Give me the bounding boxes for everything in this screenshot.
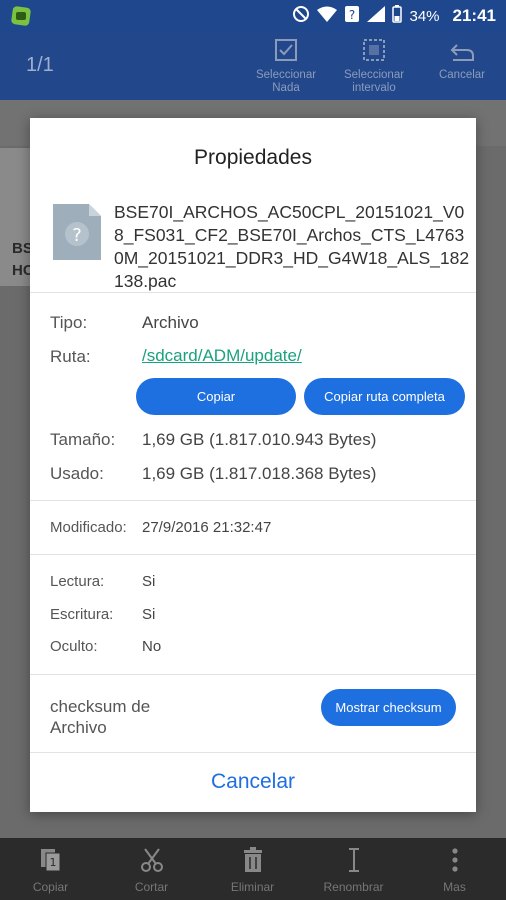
cell-signal-icon [367,5,386,27]
divider [30,292,476,293]
copy-full-path-button[interactable]: Copiar ruta completa [304,378,465,415]
battery-icon [392,4,403,28]
rename-toolbar-label: Renombrar [323,880,384,894]
do-not-disturb-icon [292,5,310,28]
divider [30,500,476,501]
more-vert-icon [451,847,459,876]
range-select-icon [362,38,386,66]
cancel-button[interactable]: Cancelar [30,752,476,812]
copy-toolbar-label: Copiar [32,880,69,894]
cancel-button-label: Cancelar [210,770,296,793]
cancel-selection-button[interactable]: Cancelar [428,32,496,100]
modified-label: Modificado: [50,519,127,536]
select-none-button[interactable]: Seleccionar Nada [248,32,324,100]
type-label: Tipo: [50,313,88,332]
copy-toolbar-button[interactable]: 1 Copiar [0,838,101,900]
size-value: 1,69 GB (1.817.010.943 Bytes) [142,430,377,449]
clock: 21:41 [452,6,496,25]
select-range-button[interactable]: Seleccionar intervalo [334,32,414,100]
checksum-label: checksum de Archivo [50,697,151,737]
type-value: Archivo [142,313,199,332]
show-checksum-label: Mostrar checksum [335,700,442,715]
delete-toolbar-button[interactable]: Eliminar [202,838,303,900]
select-range-label: Seleccionar intervalo [343,69,405,94]
undo-icon [449,42,475,66]
status-bar: ? 34% 21:41 [0,0,506,32]
used-value: 1,69 GB (1.817.018.368 Bytes) [142,464,377,483]
scissors-icon [139,847,165,876]
read-label: Lectura: [50,573,105,590]
unknown-file-icon: ? [51,202,103,262]
size-label: Tamaño: [50,430,116,449]
svg-text:1: 1 [49,856,56,869]
cut-toolbar-label: Cortar [134,880,169,894]
properties-dialog: Propiedades ? BSE70I_ARCHOS_AC50CPL_2015… [30,118,476,812]
used-label: Usado: [50,464,104,483]
copy-path-button[interactable]: Copiar [136,378,296,415]
action-bar: 1/1 Seleccionar Nada Seleccionar interva… [0,32,506,100]
cut-toolbar-button[interactable]: Cortar [101,838,202,900]
file-name: BSE70I_ARCHOS_AC50CPL_20151021_V08_FS031… [114,202,470,291]
divider [30,554,476,555]
write-label: Escritura: [50,606,114,623]
wifi-icon [317,6,338,27]
more-toolbar-button[interactable]: Mas [404,838,505,900]
signal-unknown-icon: ? [344,5,360,28]
copy-path-label: Copiar [196,389,236,404]
selection-count: 1/1 [26,54,54,76]
bottom-toolbar: 1 Copiar Cortar Eliminar Renombrar Mas [0,838,506,900]
cancel-selection-label: Cancelar [438,69,486,81]
write-value: Si [142,606,156,623]
modified-value: 27/9/2016 21:32:47 [142,519,272,536]
hidden-value: No [142,638,162,655]
svg-text:?: ? [72,225,82,246]
rename-icon [344,847,364,876]
delete-toolbar-label: Eliminar [230,880,275,894]
read-value: Si [142,573,156,590]
svg-text:?: ? [349,8,355,22]
dialog-title: Propiedades [194,146,312,169]
copy-full-path-label: Copiar ruta completa [324,389,445,404]
checkbox-icon [274,38,298,66]
more-toolbar-label: Mas [443,880,466,894]
path-label: Ruta: [50,347,91,366]
path-link[interactable]: /sdcard/ADM/update/ [142,346,302,366]
battery-percent: 34% [409,7,440,25]
rename-toolbar-button[interactable]: Renombrar [303,838,404,900]
divider [30,674,476,675]
show-checksum-button[interactable]: Mostrar checksum [321,689,456,726]
hidden-label: Oculto: [50,638,98,655]
select-none-label: Seleccionar Nada [255,69,317,94]
trash-icon [241,846,265,876]
copy-icon: 1 [38,847,64,876]
android-app-icon [10,5,32,27]
